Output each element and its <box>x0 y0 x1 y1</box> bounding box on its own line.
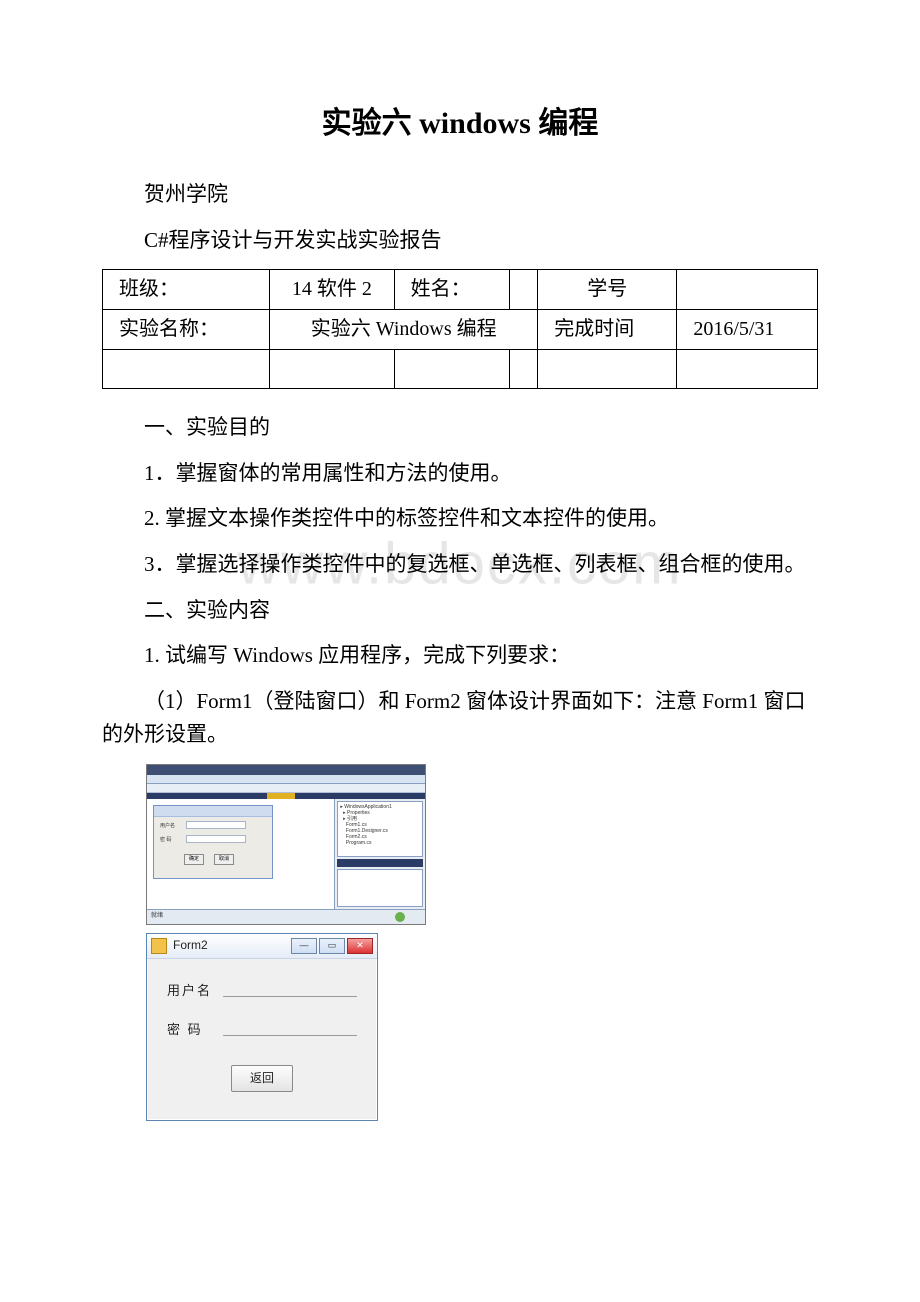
form2-pwd-input[interactable] <box>223 1034 357 1036</box>
goal-2: 2. 掌握文本操作类控件中的标签控件和文本控件的使用。 <box>102 502 818 536</box>
form1-pwd-input <box>186 835 246 843</box>
form2-user-input[interactable] <box>223 995 357 997</box>
app-icon <box>151 938 167 954</box>
cell-name-value <box>510 270 538 310</box>
school-name: 贺州学院 <box>102 178 818 212</box>
cell-name-label: 姓名： <box>394 270 510 310</box>
task-sub-1: （1）Form1（登陆窗口）和 Form2 窗体设计界面如下：注意 Form1 … <box>102 685 818 752</box>
table-row: 班级： 14 软件 2 姓名： 学号 <box>103 270 818 310</box>
ide-designer-surface: 用户名 密 码 确定 取消 <box>147 799 335 909</box>
minimize-button[interactable]: — <box>291 938 317 954</box>
form1-titlebar <box>154 806 272 817</box>
page-title: 实验六 windows 编程 <box>102 100 818 148</box>
cell-id-label: 学号 <box>538 270 677 310</box>
form1-user-input <box>186 821 246 829</box>
form2-pwd-label: 密 码 <box>167 1020 223 1041</box>
ide-titlebar <box>147 765 425 775</box>
task-intro: 1. 试编写 Windows 应用程序，完成下列要求： <box>102 639 818 673</box>
report-name: C#程序设计与开发实战实验报告 <box>102 224 818 258</box>
close-button[interactable]: ✕ <box>347 938 373 954</box>
cell-time-value: 2016/5/31 <box>677 310 818 350</box>
form1-window: 用户名 密 码 确定 取消 <box>153 805 273 879</box>
table-row: 实验名称： 实验六 Windows 编程 完成时间 2016/5/31 <box>103 310 818 350</box>
ide-toolbar <box>147 784 425 793</box>
form1-user-label: 用户名 <box>160 822 175 830</box>
properties-panel <box>337 869 423 907</box>
cell-class-value: 14 软件 2 <box>270 270 395 310</box>
goal-1: 1．掌握窗体的常用属性和方法的使用。 <box>102 457 818 491</box>
cell-expname-value: 实验六 Windows 编程 <box>270 310 538 350</box>
cell-class-label: 班级： <box>103 270 270 310</box>
section-heading-1: 一、实验目的 <box>102 411 818 445</box>
form2-user-label: 用户名 <box>167 981 223 1002</box>
form2-title: Form2 <box>173 936 208 955</box>
form2-titlebar: Form2 — ▭ ✕ <box>147 934 377 959</box>
back-button[interactable]: 返回 <box>231 1065 293 1092</box>
form1-pwd-label: 密 码 <box>160 836 171 844</box>
ide-statusbar: 就绪 <box>147 909 425 924</box>
cell-expname-label: 实验名称： <box>103 310 270 350</box>
form2-screenshot: Form2 — ▭ ✕ 用户名 密 码 返回 <box>146 933 378 1121</box>
info-table: 班级： 14 软件 2 姓名： 学号 实验名称： 实验六 Windows 编程 … <box>102 269 818 389</box>
form1-cancel-button: 取消 <box>214 854 234 865</box>
status-text: 就绪 <box>151 912 163 922</box>
solution-explorer: ▸ WindowsApplication1 ▸ Properties ▸ 引用 … <box>337 801 423 857</box>
form1-ok-button: 确定 <box>184 854 204 865</box>
status-indicator-icon <box>395 912 405 922</box>
cell-time-label: 完成时间 <box>538 310 677 350</box>
properties-header <box>337 859 423 867</box>
maximize-button[interactable]: ▭ <box>319 938 345 954</box>
goal-3: 3．掌握选择操作类控件中的复选框、单选框、列表框、组合框的使用。 <box>102 548 806 582</box>
section-heading-2: 二、实验内容 <box>102 594 818 628</box>
ide-menubar <box>147 775 425 784</box>
table-row <box>103 350 818 389</box>
ide-screenshot: 用户名 密 码 确定 取消 ▸ WindowsApplication1 ▸ Pr… <box>146 764 426 925</box>
cell-id-value <box>677 270 818 310</box>
